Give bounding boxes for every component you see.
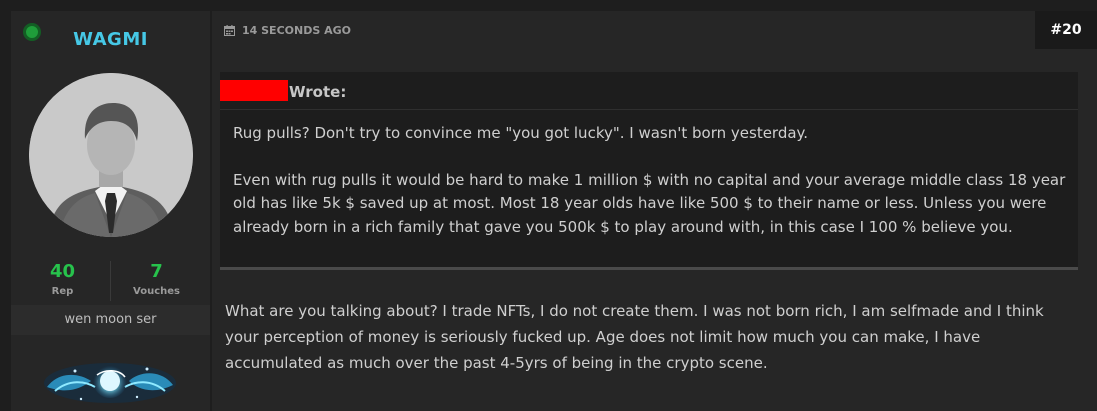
vouches-stat[interactable]: 7 Vouches [107,261,206,297]
user-title: wen moon ser [11,305,210,335]
quote-header: Wrote: [220,80,1078,110]
quote-paragraph: Even with rug pulls it would be hard to … [233,170,1066,236]
redacted-author [220,80,288,101]
rep-label: Rep [51,286,74,297]
post-number-link[interactable]: #20 [1035,11,1097,49]
rep-stat[interactable]: 40 Rep [13,261,112,297]
post: 14 SECONDS AGO #20 Wrote: Rug pulls? Don… [212,11,1097,411]
user-sidebar: WAGMI 40 Rep 7 Vouches wen moon ser [11,11,210,411]
calendar-icon [224,25,235,36]
post-body: What are you talking about? I trade NFTs… [225,302,1044,372]
username-link[interactable]: WAGMI [11,29,210,50]
vouches-value: 7 [150,261,163,282]
post-time: 14 SECONDS AGO [242,24,351,37]
quote-block: Wrote: Rug pulls? Don't try to convince … [220,72,1078,270]
avatar[interactable] [29,73,193,237]
default-avatar-icon [29,73,193,237]
rep-value: 40 [49,261,76,282]
post-meta: 14 SECONDS AGO [224,24,351,37]
quote-text: Rug pulls? Don't try to convince me "you… [233,122,1073,262]
user-stats: 40 Rep 7 Vouches [11,261,210,305]
quote-wrote-label: Wrote: [289,83,347,101]
vouches-label: Vouches [133,286,180,297]
user-badge-icon [39,351,181,409]
quote-divider [220,267,1078,270]
quote-paragraph: Rug pulls? Don't try to convince me "you… [233,124,809,142]
